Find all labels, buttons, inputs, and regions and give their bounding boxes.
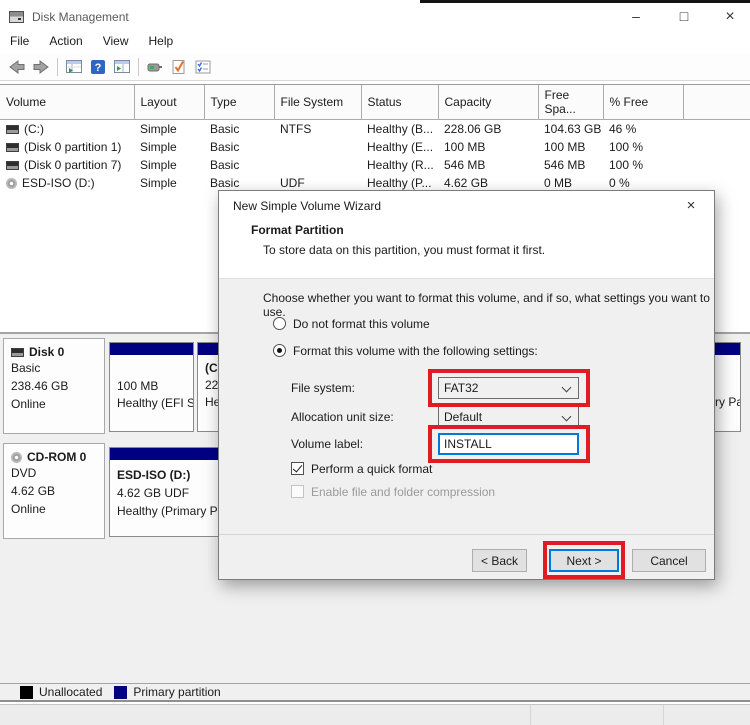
- highlight-file-system: [428, 369, 590, 407]
- close-button[interactable]: ×: [710, 3, 750, 30]
- partition-status: Healthy (EFI S: [117, 395, 193, 412]
- legend-unallocated-label: Unallocated: [39, 685, 102, 699]
- back-arrow-icon[interactable]: [5, 55, 29, 79]
- partition-size: 100 MB: [117, 378, 193, 395]
- console-tree-icon[interactable]: [62, 55, 86, 79]
- allocation-unit-value: Default: [444, 410, 482, 424]
- wizard-title: New Simple Volume Wizard: [233, 199, 381, 213]
- window-title: Disk Management: [32, 10, 129, 24]
- volume-label-label: Volume label:: [291, 437, 363, 451]
- compression-label: Enable file and folder compression: [311, 485, 495, 499]
- drive-icon: [11, 348, 24, 357]
- menu-action[interactable]: Action: [39, 30, 92, 53]
- partition-status-fragment: ry Pa: [715, 394, 740, 411]
- quick-format-label[interactable]: Perform a quick format: [311, 462, 432, 476]
- drive-icon: [6, 125, 19, 134]
- disk-management-window: Disk Management – □ × File Action View H…: [0, 0, 750, 725]
- legend-bar: Unallocated Primary partition: [0, 683, 750, 702]
- cdrom0-kind: DVD: [11, 464, 104, 482]
- file-system-label: File system:: [291, 381, 355, 395]
- disk0-status: Online: [11, 395, 104, 413]
- new-simple-volume-wizard-dialog: New Simple Volume Wizard × Format Partit…: [218, 190, 715, 580]
- console-action-icon[interactable]: [110, 55, 134, 79]
- chevron-down-icon: [562, 412, 572, 422]
- radio-do-not-format-label[interactable]: Do not format this volume: [293, 317, 430, 331]
- cancel-button[interactable]: Cancel: [632, 549, 706, 572]
- partition-block-efi[interactable]: 100 MB Healthy (EFI S: [109, 342, 194, 432]
- compression-checkbox[interactable]: [291, 485, 304, 498]
- properties-list-icon[interactable]: [191, 55, 215, 79]
- quick-format-checkbox[interactable]: [291, 462, 304, 475]
- allocation-unit-label: Allocation unit size:: [291, 410, 394, 424]
- minimize-button[interactable]: –: [616, 3, 656, 30]
- col-free-space[interactable]: Free Spa...: [538, 85, 603, 120]
- col-volume[interactable]: Volume: [0, 85, 134, 120]
- disk0-kind: Basic: [11, 359, 104, 377]
- toolbar-separator: [138, 58, 139, 76]
- menu-bar: File Action View Help: [0, 30, 750, 53]
- table-row[interactable]: (Disk 0 partition 7) Simple Basic Health…: [0, 156, 750, 174]
- col-empty: [683, 85, 750, 120]
- maximize-button[interactable]: □: [664, 3, 704, 30]
- desktop-strip: [0, 704, 750, 725]
- radio-do-not-format[interactable]: [273, 317, 286, 330]
- menu-view[interactable]: View: [93, 30, 139, 53]
- dialog-close-icon[interactable]: ×: [680, 196, 702, 216]
- cdrom0-name: CD-ROM 0: [27, 450, 86, 464]
- disk0-panel[interactable]: Disk 0 Basic 238.46 GB Online: [3, 338, 105, 434]
- desktop-strip-line: [663, 705, 664, 725]
- table-row[interactable]: (C:) Simple Basic NTFS Healthy (B... 228…: [0, 120, 750, 139]
- col-layout[interactable]: Layout: [134, 85, 204, 120]
- wizard-heading: Format Partition: [251, 223, 344, 237]
- help-icon[interactable]: ?: [86, 55, 110, 79]
- unallocated-swatch: [20, 686, 33, 699]
- dialog-separator: [219, 534, 714, 535]
- cd-icon: [6, 178, 17, 189]
- radio-format-volume[interactable]: [273, 344, 286, 357]
- forward-arrow-icon[interactable]: [29, 55, 53, 79]
- volume-name: (Disk 0 partition 7): [24, 158, 121, 172]
- toolbar: ?: [0, 53, 750, 81]
- toolbar-separator: [57, 58, 58, 76]
- cd-icon: [11, 452, 22, 463]
- volume-name: ESD-ISO (D:): [22, 176, 95, 190]
- wizard-subheading: To store data on this partition, you mus…: [263, 243, 545, 257]
- back-button[interactable]: < Back: [472, 549, 527, 572]
- wizard-intro: Choose whether you want to format this v…: [263, 291, 714, 319]
- primary-partition-bar: [110, 343, 193, 356]
- remote-control-icon[interactable]: [143, 55, 167, 79]
- drive-icon: [6, 161, 19, 170]
- volume-name: (Disk 0 partition 1): [24, 140, 121, 154]
- col-capacity[interactable]: Capacity: [438, 85, 538, 120]
- radio-format-volume-label[interactable]: Format this volume with the following se…: [293, 344, 538, 358]
- highlight-next-button: [543, 541, 625, 579]
- col-pct-free[interactable]: % Free: [603, 85, 683, 120]
- volume-name: (C:): [24, 122, 44, 136]
- cdrom0-size: 4.62 GB: [11, 482, 104, 500]
- cdrom0-status: Online: [11, 500, 104, 518]
- col-file-system[interactable]: File System: [274, 85, 361, 120]
- menu-help[interactable]: Help: [139, 30, 184, 53]
- cdrom0-panel[interactable]: CD-ROM 0 DVD 4.62 GB Online: [3, 443, 105, 539]
- disk-management-app-icon: [9, 11, 24, 23]
- svg-text:?: ?: [95, 62, 102, 74]
- menu-file[interactable]: File: [0, 30, 39, 53]
- desktop-strip-line: [530, 705, 531, 725]
- col-status[interactable]: Status: [361, 85, 438, 120]
- drive-icon: [6, 143, 19, 152]
- col-type[interactable]: Type: [204, 85, 274, 120]
- disk0-size: 238.46 GB: [11, 377, 104, 395]
- checkmark-icon: [293, 462, 303, 472]
- legend-primary-label: Primary partition: [133, 685, 220, 699]
- table-row[interactable]: (Disk 0 partition 1) Simple Basic Health…: [0, 138, 750, 156]
- highlight-volume-label: [428, 425, 590, 463]
- disk0-name: Disk 0: [29, 345, 64, 359]
- primary-partition-swatch: [114, 686, 127, 699]
- validate-document-icon[interactable]: [167, 55, 191, 79]
